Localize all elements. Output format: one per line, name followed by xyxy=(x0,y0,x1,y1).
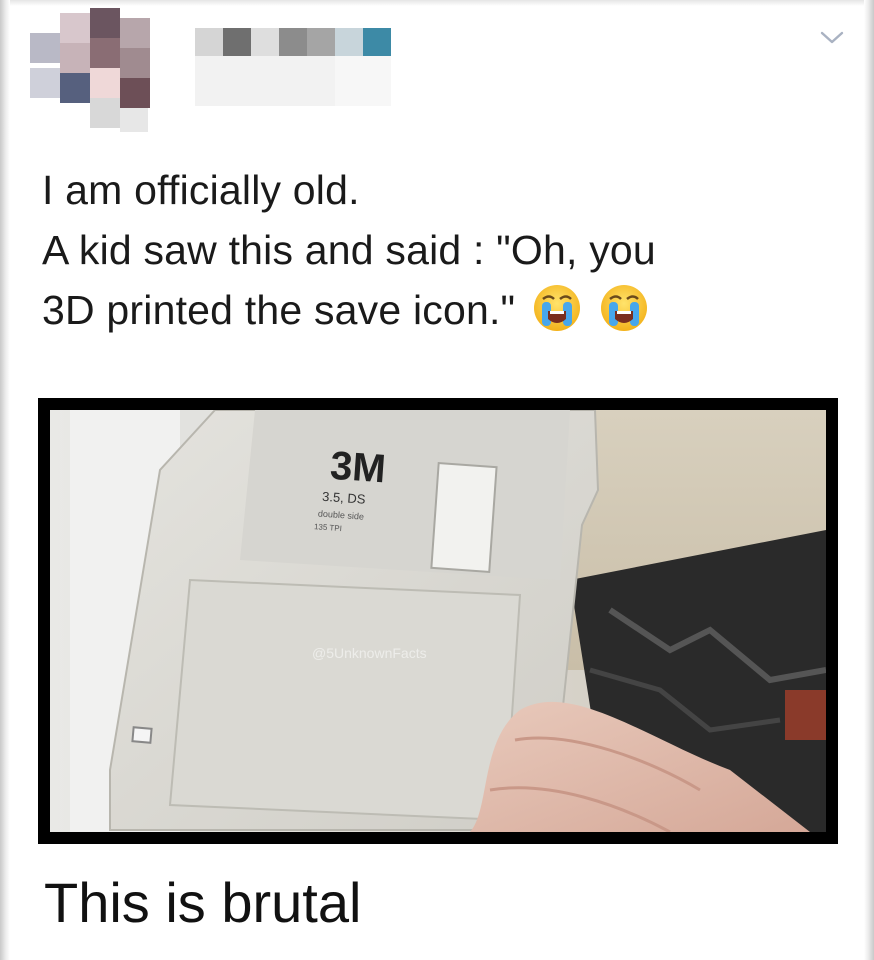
left-border xyxy=(0,0,10,960)
disk-brand: 3M xyxy=(329,444,388,492)
post-menu-button[interactable] xyxy=(814,22,850,58)
meme-screenshot: I am officially old. A kid saw this and … xyxy=(0,0,874,960)
post-text-line-with-emojis: 3D printed the save icon." xyxy=(42,280,842,350)
avatar[interactable] xyxy=(30,8,170,133)
post-text-line: A kid saw this and said : "Oh, you xyxy=(42,227,656,273)
loudly-crying-face-icon xyxy=(531,282,583,350)
post-text-line: I am officially old. xyxy=(42,167,360,213)
top-border xyxy=(0,0,874,6)
floppy-disk-photo: 3M 3.5, DS double side 135 TPI @5Unknown… xyxy=(50,410,826,832)
watermark: @5UnknownFacts xyxy=(312,645,427,661)
chevron-down-icon xyxy=(819,30,845,51)
loudly-crying-face-icon xyxy=(598,282,650,350)
post-header xyxy=(30,8,850,138)
disk-label-line: 3.5, DS xyxy=(322,489,367,507)
photo-frame[interactable]: 3M 3.5, DS double side 135 TPI @5Unknown… xyxy=(38,398,838,844)
caption: This is brutal xyxy=(44,871,362,934)
author-name[interactable] xyxy=(195,28,425,118)
right-border xyxy=(864,0,874,960)
post-text-line: 3D printed the save icon." xyxy=(42,287,516,333)
post-text: I am officially old. A kid saw this and … xyxy=(42,160,842,350)
